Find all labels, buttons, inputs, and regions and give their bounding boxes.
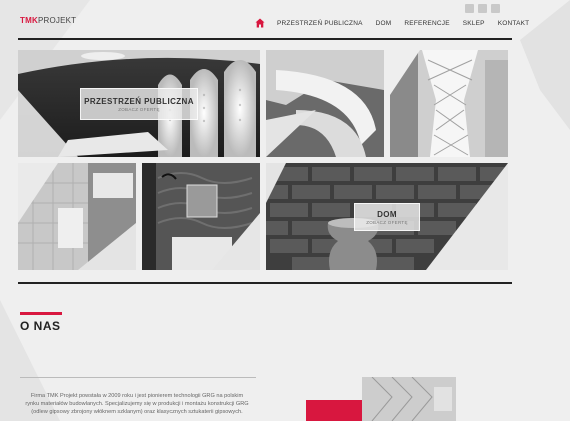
nav-item-shop[interactable]: SKLEP xyxy=(463,20,485,27)
about-divider xyxy=(20,377,256,378)
tile-staircase[interactable] xyxy=(266,50,384,157)
main-nav: PRZESTRZEŃ PUBLICZNA DOM REFERENCJE SKLE… xyxy=(255,15,529,31)
textured-wall-image xyxy=(142,163,260,270)
home-subtitle: ZOBACZ OFERTĘ xyxy=(366,219,408,225)
bottom-image xyxy=(362,377,456,421)
tile-textured-wall[interactable] xyxy=(142,163,260,270)
nav-item-home[interactable]: DOM xyxy=(376,20,392,27)
logo[interactable]: TMKPROJEKT xyxy=(20,16,76,25)
tile-public-space[interactable]: PRZESTRZEŃ PUBLICZNA ZOBACZ OFERTĘ xyxy=(18,50,260,157)
logo-part1: TMK xyxy=(20,16,38,25)
about-text: Firma TMK Projekt powstała w 2009 roku i… xyxy=(25,393,249,416)
about-heading: O NAS xyxy=(20,319,61,333)
home-icon[interactable] xyxy=(255,18,265,28)
tile-lattice-column[interactable] xyxy=(390,50,508,157)
social-icon-1[interactable] xyxy=(465,4,474,13)
tile-home[interactable]: DOM ZOBACZ OFERTĘ xyxy=(266,163,508,270)
nav-item-public-space[interactable]: PRZESTRZEŃ PUBLICZNA xyxy=(277,20,363,27)
lattice-column-image xyxy=(390,50,508,157)
accent-block xyxy=(306,400,362,421)
public-space-title: PRZESTRZEŃ PUBLICZNA xyxy=(84,96,194,106)
social-links xyxy=(465,4,500,13)
public-space-subtitle: ZOBACZ OFERTĘ xyxy=(118,106,160,112)
social-icon-3[interactable] xyxy=(491,4,500,13)
home-overlay[interactable]: DOM ZOBACZ OFERTĘ xyxy=(354,203,420,231)
home-title: DOM xyxy=(377,209,397,219)
social-icon-2[interactable] xyxy=(478,4,487,13)
header-divider xyxy=(18,38,512,40)
content-divider xyxy=(18,282,512,284)
about-accent-bar xyxy=(20,312,62,315)
bathroom-image xyxy=(18,163,136,270)
public-space-overlay[interactable]: PRZESTRZEŃ PUBLICZNA ZOBACZ OFERTĘ xyxy=(80,88,198,120)
staircase-image xyxy=(266,50,384,157)
tile-bathroom[interactable] xyxy=(18,163,136,270)
nav-item-contact[interactable]: KONTAKT xyxy=(498,20,530,27)
nav-item-references[interactable]: REFERENCJE xyxy=(404,20,449,27)
logo-part2: PROJEKT xyxy=(37,16,77,25)
